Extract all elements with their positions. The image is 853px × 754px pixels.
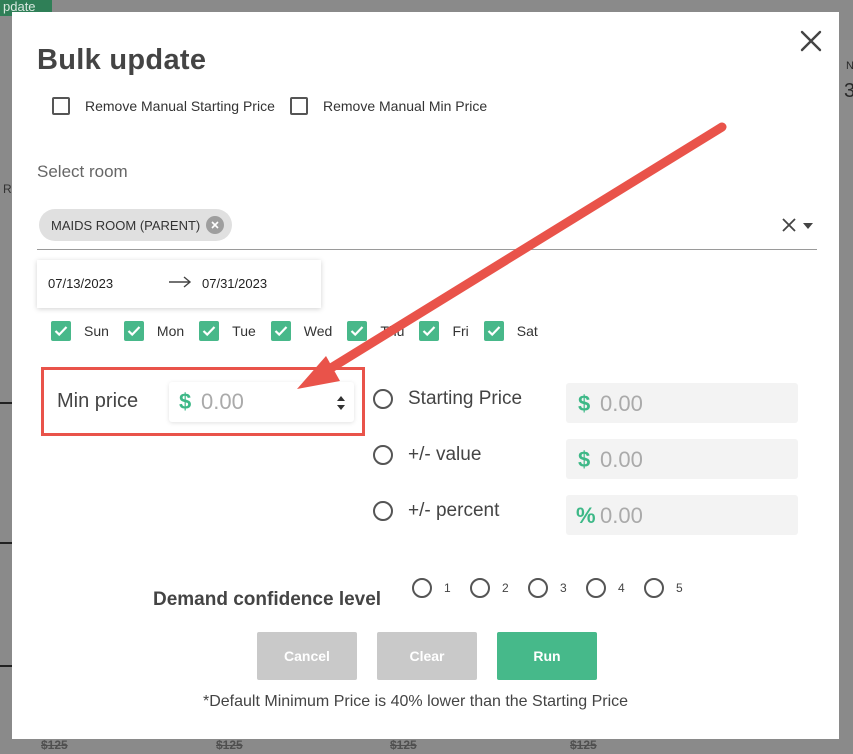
- annotation-arrow: [297, 122, 727, 389]
